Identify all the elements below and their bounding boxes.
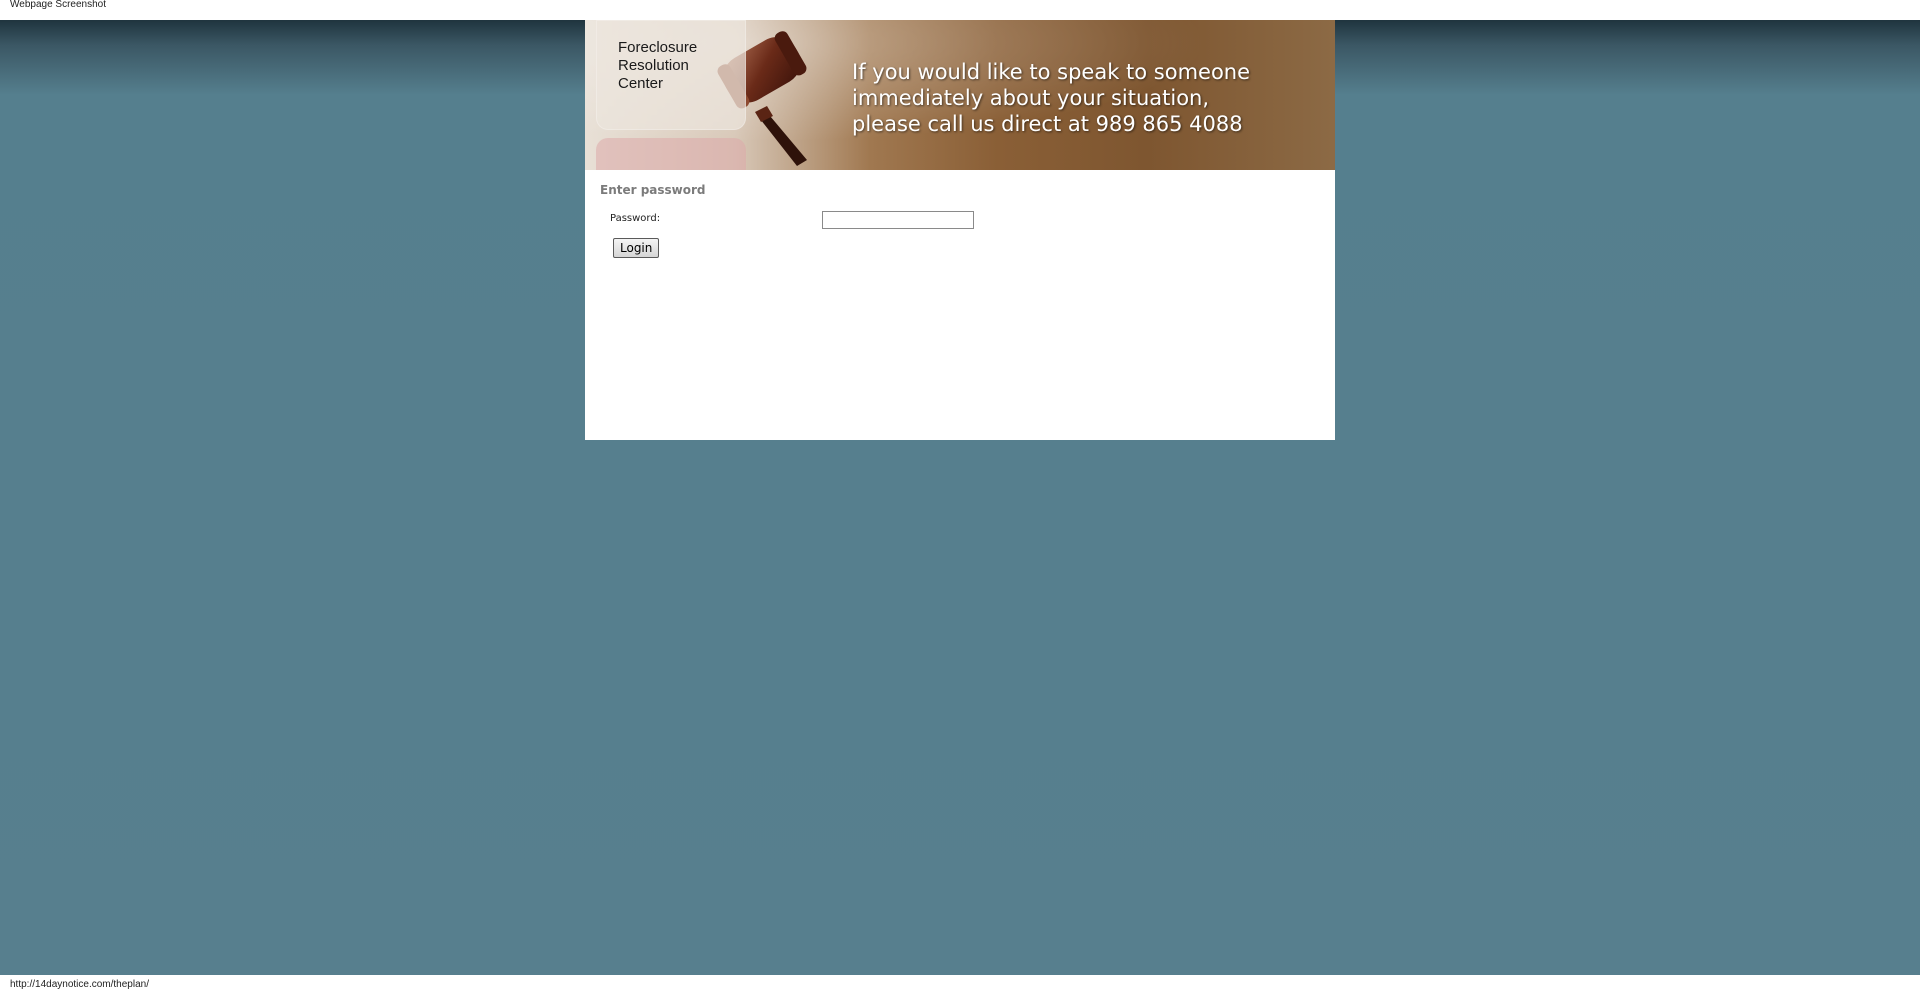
browser-status-bar: http://14daynotice.com/theplan/ [0,975,1920,995]
logo-panel-lower [596,138,746,170]
contact-message-line: If you would like to speak to someone [852,60,1251,84]
logo-text: Foreclosure Resolution Center [618,39,697,93]
login-form: Enter password Password: Login [585,170,1335,440]
contact-message-line: immediately about your situation, [852,86,1210,110]
page-container: Foreclosure Resolution Center If you wou… [585,20,1335,440]
browser-title-bar: Webpage Screenshot [0,0,1920,20]
logo-line: Foreclosure [618,39,698,56]
page-viewport: Foreclosure Resolution Center If you wou… [0,20,1920,975]
contact-message: If you would like to speak to someone im… [852,59,1250,137]
header-banner: Foreclosure Resolution Center If you wou… [585,20,1335,170]
section-title: Enter password [600,183,706,197]
password-input[interactable] [822,211,974,229]
window-title: Webpage Screenshot [10,0,106,10]
contact-message-line: please call us direct at 989 865 4088 [852,112,1243,136]
logo-line: Resolution [618,57,689,74]
login-button[interactable]: Login [613,238,660,258]
status-url: http://14daynotice.com/theplan/ [10,979,149,990]
password-label: Password: [610,213,661,224]
logo-line: Center [618,75,664,92]
